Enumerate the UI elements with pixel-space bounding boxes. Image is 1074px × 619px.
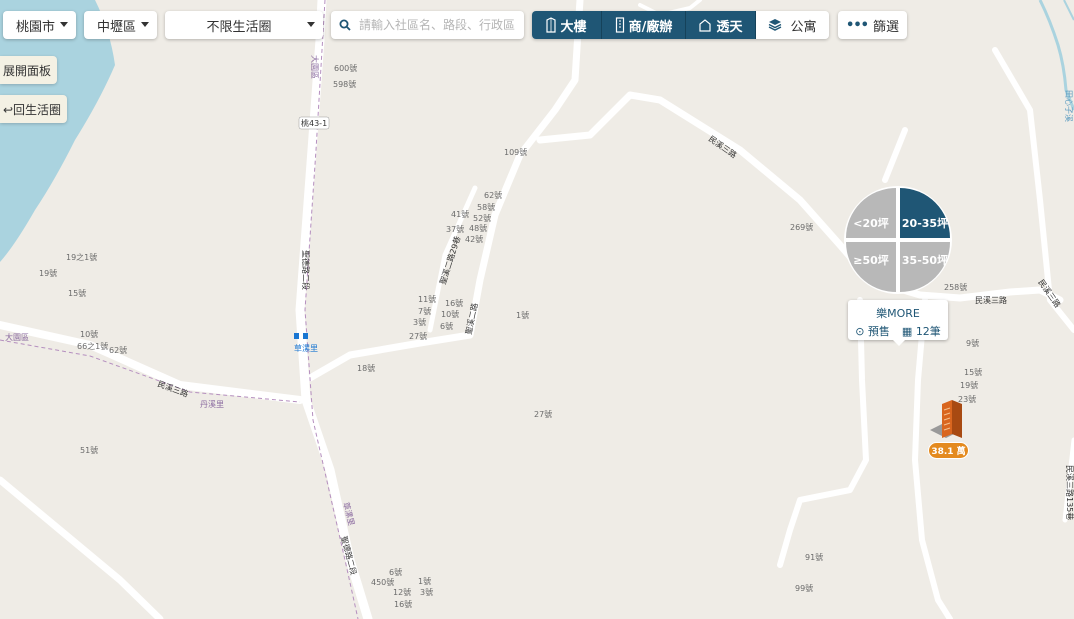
svg-text:10號: 10號: [80, 329, 98, 339]
city-select[interactable]: 桃園市: [3, 11, 76, 39]
community-card[interactable]: 樂MORE ⊙ 預售 ▦ 12筆: [848, 300, 948, 346]
life-circle-select[interactable]: 不限生活圈: [165, 11, 323, 39]
svg-text:109號: 109號: [504, 147, 527, 157]
place-label: 丹溪里: [200, 399, 224, 409]
building-small-icon: ▦: [901, 325, 913, 338]
chevron-down-icon: [141, 22, 149, 27]
type-apartment-label: 公寓: [790, 19, 817, 35]
office-icon: [615, 17, 624, 33]
price-tag[interactable]: 38.1 萬: [928, 442, 969, 459]
svg-text:6號: 6號: [440, 321, 453, 331]
road-label: 民溪三路: [975, 295, 1007, 305]
presale-tag: ⊙ 預售: [855, 323, 890, 339]
place-label: 大園區: [310, 55, 320, 79]
city-select-value: 桃園市: [16, 19, 56, 35]
pie-label: <20坪: [853, 217, 889, 230]
chevron-down-icon: [60, 22, 68, 27]
svg-text:66之1號: 66之1號: [77, 341, 108, 351]
svg-text:48號: 48號: [469, 223, 487, 233]
filter-button[interactable]: ••• 篩選: [838, 11, 907, 39]
svg-text:15號: 15號: [68, 288, 86, 298]
listing-count-label: 12筆: [915, 325, 941, 338]
svg-text:3號: 3號: [413, 317, 426, 327]
svg-text:7號: 7號: [418, 306, 431, 316]
svg-text:37號: 37號: [446, 224, 464, 234]
svg-text:27號: 27號: [409, 331, 427, 341]
expand-panel-label: 展開面板: [3, 63, 52, 78]
svg-text:6號: 6號: [389, 567, 402, 577]
type-building-label: 大樓: [560, 19, 587, 35]
svg-text:27號: 27號: [534, 409, 552, 419]
svg-text:58號: 58號: [477, 202, 495, 212]
place-label: 田心子溪: [1064, 90, 1074, 122]
type-office-label: 商/廠辦: [628, 19, 673, 35]
pie-label: 20-35坪: [901, 217, 949, 230]
svg-text:1號: 1號: [418, 576, 431, 586]
chevron-down-icon: [307, 22, 315, 27]
svg-text:51號: 51號: [80, 445, 98, 455]
svg-text:16號: 16號: [394, 599, 412, 609]
svg-text:9號: 9號: [966, 338, 979, 348]
svg-text:62號: 62號: [109, 345, 127, 355]
filter-label: 篩選: [872, 19, 899, 35]
expand-panel-button[interactable]: 展開面板: [0, 56, 58, 84]
type-building-button[interactable]: 大樓: [532, 11, 602, 39]
svg-text:598號: 598號: [333, 79, 356, 89]
svg-text:600號: 600號: [334, 63, 357, 73]
life-circle-select-value: 不限生活圈: [206, 19, 272, 35]
svg-text:19之1號: 19之1號: [66, 252, 97, 262]
search-input[interactable]: [357, 17, 521, 33]
place-label: 大園區: [5, 332, 29, 342]
pie-label: 35-50坪: [901, 254, 949, 267]
svg-text:62號: 62號: [484, 190, 502, 200]
place-label: 草漯里: [294, 343, 318, 353]
svg-text:3號: 3號: [420, 587, 433, 597]
back-to-circle-label: ↩回生活圈: [3, 102, 62, 117]
more-dots-icon: •••: [846, 17, 869, 33]
svg-text:99號: 99號: [795, 583, 813, 593]
district-select-value: 中壢區: [97, 19, 137, 35]
search-box[interactable]: [331, 11, 524, 39]
svg-text:1號: 1號: [516, 310, 529, 320]
svg-text:12號: 12號: [393, 587, 411, 597]
back-to-circle-button[interactable]: ↩回生活圈: [0, 95, 68, 123]
svg-text:10號: 10號: [441, 309, 459, 319]
svg-text:91號: 91號: [805, 552, 823, 562]
type-apartment-button[interactable]: 公寓: [756, 11, 829, 39]
svg-text:19號: 19號: [960, 380, 978, 390]
type-house-label: 透天: [716, 19, 743, 35]
price-label: 38.1 萬: [931, 447, 966, 457]
type-office-button[interactable]: 商/廠辦: [602, 11, 686, 39]
clock-icon: ⊙: [855, 325, 865, 338]
svg-text:52號: 52號: [473, 213, 491, 223]
pie-label: ≥50坪: [853, 254, 889, 267]
svg-text:19號: 19號: [39, 268, 57, 278]
svg-text:42號: 42號: [465, 234, 483, 244]
svg-text:16號: 16號: [445, 298, 463, 308]
svg-text:450號: 450號: [371, 577, 394, 587]
building-icon: [546, 17, 557, 33]
road-label-route: 桃43-1: [301, 118, 327, 128]
svg-text:41號: 41號: [451, 209, 469, 219]
property-type-bar: 大樓 商/廠辦 透天 公寓: [532, 11, 829, 39]
type-house-button[interactable]: 透天: [686, 11, 756, 39]
presale-label: 預售: [867, 325, 890, 338]
search-icon: [339, 19, 351, 31]
building-marker-icon[interactable]: [928, 398, 968, 442]
district-select[interactable]: 中壢區: [84, 11, 157, 39]
community-name: 樂MORE: [876, 307, 920, 320]
svg-text:15號: 15號: [964, 367, 982, 377]
svg-text:269號: 269號: [790, 222, 813, 232]
road-label: 聖德路二段: [301, 250, 311, 290]
house-icon: [699, 19, 712, 32]
listing-count: ▦ 12筆: [902, 323, 941, 339]
svg-text:18號: 18號: [357, 363, 375, 373]
bus-stop-icon: [294, 333, 299, 339]
size-filter-pie: <20坪 20-35坪 ≥50坪 35-50坪: [843, 185, 953, 295]
road-label: 民溪三路135巷: [1065, 465, 1074, 520]
svg-text:11號: 11號: [418, 294, 436, 304]
apartment-icon: [769, 19, 782, 31]
